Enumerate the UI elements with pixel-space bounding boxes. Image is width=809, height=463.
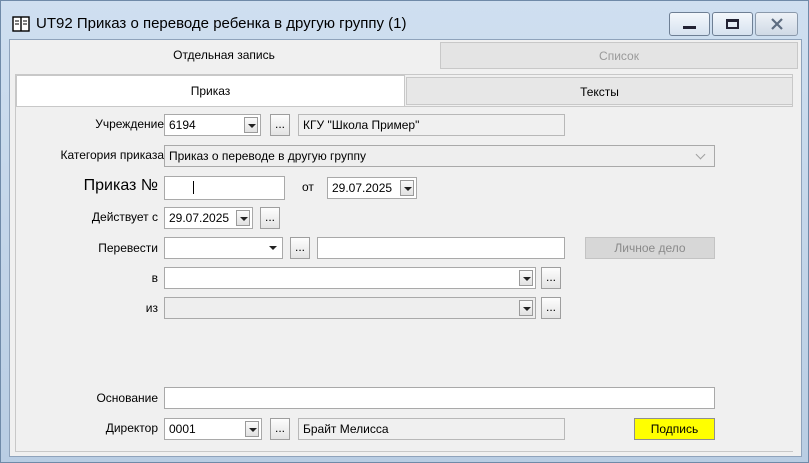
dropdown-arrow-icon[interactable] bbox=[519, 300, 533, 316]
director-label: Директор bbox=[105, 421, 158, 435]
order-number-label: Приказ № bbox=[83, 177, 158, 194]
director-ellipsis-button[interactable]: ... bbox=[270, 418, 290, 440]
effective-date-value: 29.07.2025 bbox=[169, 211, 230, 225]
tab-single-record[interactable]: Отдельная запись bbox=[10, 40, 438, 70]
dropdown-arrow-icon[interactable] bbox=[245, 421, 259, 437]
tab-list[interactable]: Список bbox=[440, 42, 798, 69]
client-area: Отдельная запись Список Приказ Тексты Уч… bbox=[9, 39, 802, 457]
chevron-down-icon[interactable] bbox=[694, 148, 712, 164]
title-bar[interactable]: UT92 Приказ о переводе ребенка в другую … bbox=[1, 1, 808, 39]
order-form: Учреждение 6194 ... КГУ "Школа Пример" К… bbox=[16, 106, 793, 451]
minimize-icon bbox=[683, 25, 696, 29]
dropdown-arrow-icon[interactable] bbox=[400, 180, 414, 196]
institution-code-field[interactable]: 6194 bbox=[164, 114, 261, 136]
transfer-field[interactable] bbox=[164, 237, 283, 259]
director-code-field[interactable]: 0001 bbox=[164, 418, 262, 440]
director-name-field: Брайт Мелисса bbox=[298, 418, 565, 440]
to-group-ellipsis-button[interactable]: ... bbox=[541, 267, 561, 289]
institution-label: Учреждение bbox=[95, 117, 164, 131]
from-group-label: из bbox=[145, 301, 158, 315]
dropdown-arrow-icon[interactable] bbox=[244, 117, 258, 133]
transfer-name-field bbox=[317, 237, 565, 259]
institution-code-value: 6194 bbox=[169, 118, 196, 132]
maximize-icon bbox=[726, 19, 739, 29]
tab-texts[interactable]: Тексты bbox=[406, 77, 793, 105]
category-label: Категория приказа bbox=[60, 148, 164, 162]
institution-ellipsis-button[interactable]: ... bbox=[270, 114, 290, 136]
category-value: Приказ о переводе в другую группу bbox=[169, 149, 366, 163]
order-number-input[interactable] bbox=[164, 176, 285, 200]
window-title: UT92 Приказ о переводе ребенка в другую … bbox=[36, 15, 407, 32]
book-icon bbox=[12, 16, 30, 32]
order-date-label: от bbox=[302, 180, 314, 194]
effective-ellipsis-button[interactable]: ... bbox=[260, 207, 280, 229]
text-caret bbox=[193, 181, 194, 194]
category-field[interactable]: Приказ о переводе в другую группу bbox=[164, 145, 715, 167]
tab-order[interactable]: Приказ bbox=[16, 75, 405, 107]
minimize-button[interactable] bbox=[669, 12, 710, 36]
transfer-label: Перевести bbox=[98, 241, 158, 255]
from-group-ellipsis-button[interactable]: ... bbox=[541, 297, 561, 319]
director-code-value: 0001 bbox=[169, 422, 196, 436]
maximize-button[interactable] bbox=[712, 12, 753, 36]
basis-label: Основание bbox=[96, 391, 158, 405]
transfer-ellipsis-button[interactable]: ... bbox=[290, 237, 310, 259]
close-button[interactable] bbox=[755, 12, 798, 36]
dropdown-arrow-icon[interactable] bbox=[519, 270, 533, 286]
basis-input[interactable] bbox=[164, 387, 715, 409]
sign-button[interactable]: Подпись bbox=[634, 418, 715, 440]
personal-file-button[interactable]: Личное дело bbox=[585, 237, 715, 259]
close-icon bbox=[770, 18, 783, 30]
to-group-field[interactable] bbox=[164, 267, 536, 289]
effective-label: Действует с bbox=[91, 210, 158, 224]
institution-name-field: КГУ "Школа Пример" bbox=[298, 114, 565, 136]
effective-date-field[interactable]: 29.07.2025 bbox=[164, 207, 253, 229]
order-date-value: 29.07.2025 bbox=[332, 181, 393, 195]
to-group-label: в bbox=[151, 271, 158, 285]
from-group-field[interactable] bbox=[164, 297, 536, 319]
window: UT92 Приказ о переводе ребенка в другую … bbox=[0, 0, 809, 463]
order-date-field[interactable]: 29.07.2025 bbox=[327, 177, 417, 199]
dropdown-arrow-icon[interactable] bbox=[266, 240, 280, 256]
dropdown-arrow-icon[interactable] bbox=[236, 210, 250, 226]
